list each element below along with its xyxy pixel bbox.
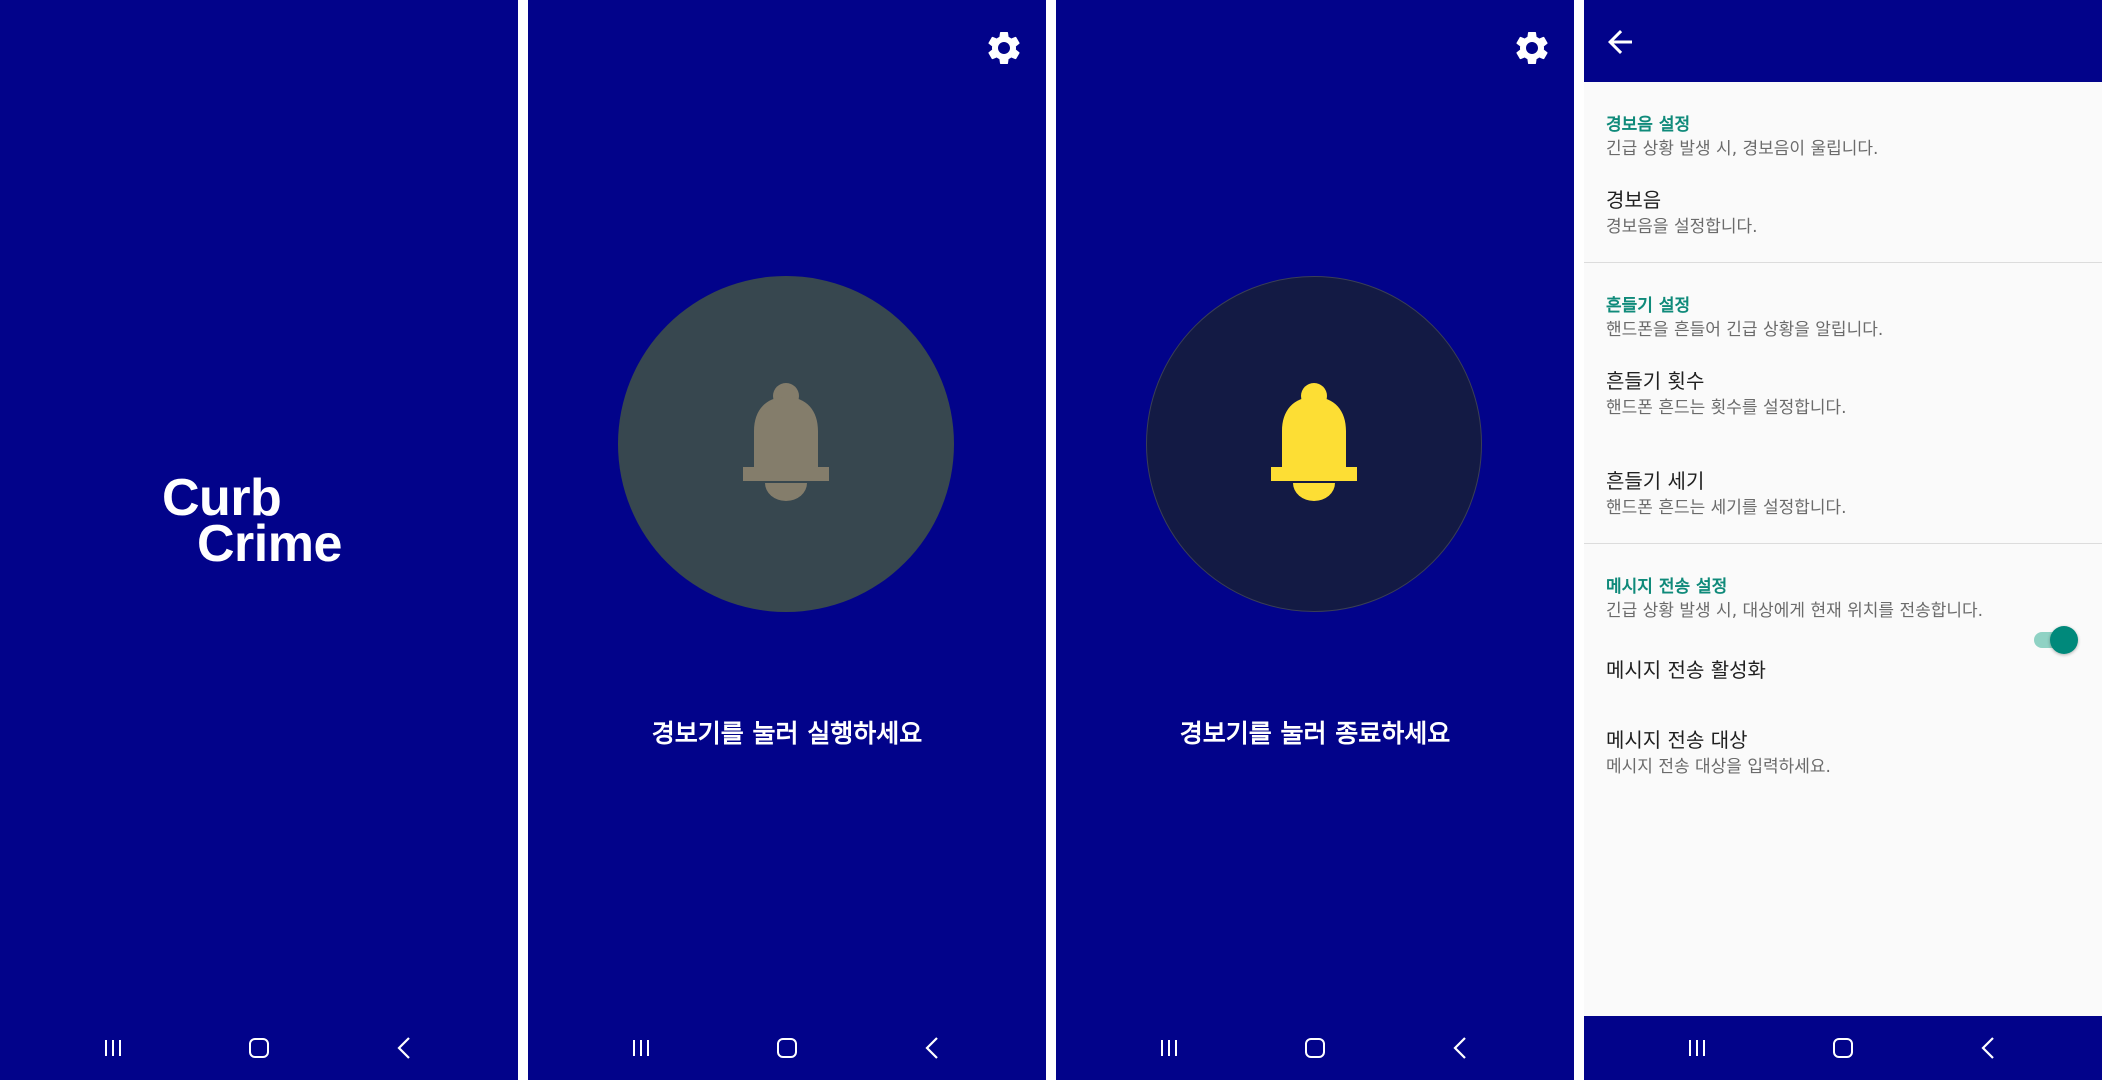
splash-screen: Curb Crime — [0, 0, 518, 1080]
recents-icon — [633, 1040, 649, 1056]
pref-title: 흔들기 세기 — [1606, 469, 1705, 493]
switch-thumb — [2050, 626, 2078, 654]
back-button[interactable] — [1959, 1023, 2019, 1073]
alarm-button[interactable] — [1146, 276, 1482, 612]
pref-title: 흔들기 횟수 — [1606, 369, 1705, 393]
home-button[interactable] — [229, 1023, 289, 1073]
system-nav-bar — [1584, 1016, 2102, 1080]
pref-alarm-sound[interactable]: 경보음 경보음을 설정합니다. — [1584, 162, 2102, 262]
back-button[interactable] — [903, 1023, 963, 1073]
home-button[interactable] — [1813, 1023, 1873, 1073]
app-bar — [1584, 0, 2102, 82]
pref-title: 메시지 전송 대상 — [1606, 728, 1748, 752]
home-icon — [777, 1038, 797, 1058]
gear-icon — [1516, 31, 1548, 64]
app-logo: Curb Crime — [162, 472, 342, 573]
pref-title: 경보음 — [1606, 188, 1662, 212]
pref-summary: 메시지 전송 대상을 입력하세요. — [1606, 757, 1831, 777]
pref-summary: 핸드폰 흔드는 횟수를 설정합니다. — [1606, 398, 1847, 418]
recents-button[interactable] — [1139, 1023, 1199, 1073]
pref-summary: 핸드폰 흔드는 세기를 설정합니다. — [1606, 498, 1847, 518]
settings-button[interactable] — [1512, 28, 1552, 68]
category-title: 메시지 전송 설정 — [1606, 577, 1728, 597]
category-alarm-sound: 경보음 설정 긴급 상황 발생 시, 경보음이 울립니다. — [1584, 82, 2102, 162]
category-desc: 핸드폰을 흔들어 긴급 상황을 알립니다. — [1606, 320, 1884, 340]
alarm-button[interactable] — [618, 276, 954, 612]
home-button[interactable] — [757, 1023, 817, 1073]
alarm-caption: 경보기를 눌러 실행하세요 — [651, 719, 923, 748]
pref-summary: 경보음을 설정합니다. — [1606, 217, 1758, 237]
bell-icon — [743, 383, 829, 501]
category-desc: 긴급 상황 발생 시, 대상에게 현재 위치를 전송합니다. — [1606, 601, 1984, 621]
category-title: 경보음 설정 — [1606, 115, 1691, 135]
category-message: 메시지 전송 설정 긴급 상황 발생 시, 대상에게 현재 위치를 전송합니다. — [1584, 544, 2102, 624]
back-icon — [1453, 1037, 1466, 1059]
recents-icon — [105, 1040, 121, 1056]
category-desc: 긴급 상황 발생 시, 경보음이 울립니다. — [1606, 139, 1879, 159]
pref-title: 메시지 전송 활성화 — [1606, 658, 1766, 682]
gear-icon — [988, 31, 1020, 64]
category-shake: 흔들기 설정 핸드폰을 흔들어 긴급 상황을 알립니다. — [1584, 263, 2102, 343]
system-nav-bar — [0, 1016, 518, 1080]
alarm-screen-idle: 경보기를 눌러 실행하세요 — [528, 0, 1046, 1080]
pref-message-enable[interactable]: 메시지 전송 활성화 — [1584, 624, 2102, 684]
back-button[interactable] — [375, 1023, 435, 1073]
settings-button[interactable] — [984, 28, 1024, 68]
logo-line-2: Crime — [197, 515, 342, 573]
pref-message-target[interactable]: 메시지 전송 대상 메시지 전송 대상을 입력하세요. — [1584, 684, 2102, 780]
recents-button[interactable] — [611, 1023, 671, 1073]
back-icon — [397, 1037, 410, 1059]
bell-icon — [1271, 383, 1357, 501]
alarm-caption: 경보기를 눌러 종료하세요 — [1179, 719, 1451, 748]
home-icon — [1833, 1038, 1853, 1058]
system-nav-bar — [528, 1016, 1046, 1080]
settings-screen: 경보음 설정 긴급 상황 발생 시, 경보음이 울립니다. 경보음 경보음을 설… — [1584, 0, 2102, 1080]
pref-shake-strength[interactable]: 흔들기 세기 핸드폰 흔드는 세기를 설정합니다. — [1584, 421, 2102, 543]
settings-list: 경보음 설정 긴급 상황 발생 시, 경보음이 울립니다. 경보음 경보음을 설… — [1584, 82, 2102, 780]
category-title: 흔들기 설정 — [1606, 296, 1691, 316]
recents-icon — [1689, 1040, 1705, 1056]
home-icon — [1305, 1038, 1325, 1058]
pref-shake-count[interactable]: 흔들기 횟수 핸드폰 흔드는 횟수를 설정합니다. — [1584, 343, 2102, 421]
recents-button[interactable] — [83, 1023, 143, 1073]
message-enable-switch[interactable] — [2030, 626, 2078, 654]
back-icon — [1981, 1037, 1994, 1059]
home-button[interactable] — [1285, 1023, 1345, 1073]
back-arrow-button[interactable] — [1602, 24, 1638, 60]
recents-icon — [1161, 1040, 1177, 1056]
back-icon — [925, 1037, 938, 1059]
alarm-screen-active: 경보기를 눌러 종료하세요 — [1056, 0, 1574, 1080]
system-nav-bar — [1056, 1016, 1574, 1080]
arrow-back-icon — [1608, 30, 1632, 54]
recents-button[interactable] — [1667, 1023, 1727, 1073]
back-button[interactable] — [1431, 1023, 1491, 1073]
home-icon — [249, 1038, 269, 1058]
